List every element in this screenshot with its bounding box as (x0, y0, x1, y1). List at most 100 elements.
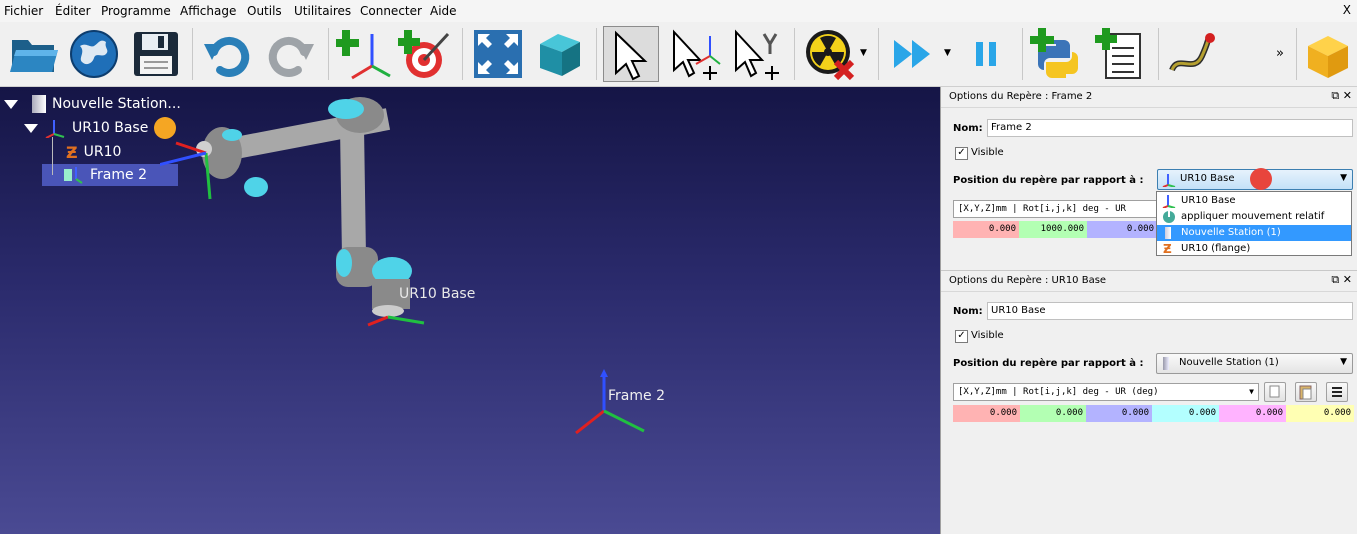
box-view-icon[interactable] (532, 26, 588, 82)
undo-icon[interactable] (200, 26, 256, 82)
value-rx[interactable]: 0.000 (1152, 405, 1219, 422)
frame-icon (1162, 195, 1176, 208)
robot-arm-model (160, 97, 425, 327)
robot-icon: Ƶ (1163, 242, 1172, 256)
visible-label: Visible (971, 330, 1004, 341)
menu-utilitaires[interactable]: Utilitaires (294, 4, 351, 18)
dropdown-item-label: UR10 (flange) (1181, 243, 1251, 254)
name-label: Nom: (953, 123, 983, 134)
frame-name-input[interactable]: Frame 2 (987, 119, 1353, 137)
tree-item-robot-base[interactable]: UR10 Base (24, 117, 177, 139)
globe-icon[interactable] (66, 26, 122, 82)
value-rz[interactable]: 0.000 (1286, 405, 1354, 422)
3d-viewport[interactable]: Nouvelle Station... UR10 Base Ƶ UR10 Fra… (0, 87, 940, 534)
robot-icon: Ƶ (66, 142, 78, 162)
close-window-button[interactable]: X (1343, 3, 1351, 17)
menu-aide[interactable]: Aide (430, 4, 457, 18)
tree-item-frame[interactable]: Frame 2 (42, 164, 178, 186)
value-x[interactable]: 0.000 (953, 405, 1020, 422)
copy-button[interactable] (1264, 382, 1286, 402)
name-label: Nom: (953, 306, 983, 317)
menu-bar: Fichier Éditer Programme Affichage Outil… (0, 0, 1357, 22)
expand-arrow-icon[interactable] (4, 99, 18, 109)
add-program-icon[interactable] (1094, 26, 1150, 82)
move-frame-icon[interactable] (666, 26, 722, 82)
save-icon[interactable] (128, 26, 184, 82)
cursor-highlight-icon (1250, 168, 1272, 190)
pose-format-value: [X,Y,Z]mm | Rot[i,j,k] deg - UR (deg) (958, 387, 1159, 397)
value-y[interactable]: 1000.000 (1019, 221, 1087, 238)
relative-move-icon (1163, 211, 1175, 223)
reference-dropdown-list: UR10 Base appliquer mouvement relatif No… (1156, 191, 1352, 256)
tree-item-station[interactable]: Nouvelle Station... (4, 93, 181, 115)
toolbar-overflow-button[interactable]: » (1276, 46, 1284, 61)
viewport-label-frame: Frame 2 (608, 388, 665, 404)
position-reference-label: Position du repère par rapport à : (953, 358, 1144, 369)
fit-all-icon[interactable] (470, 26, 526, 82)
viewport-label-robot-base: UR10 Base (399, 286, 476, 302)
run-program-icon[interactable] (884, 26, 940, 82)
panel-controls[interactable]: ⧉ ✕ (1331, 273, 1352, 287)
chevron-down-icon: ▼ (1340, 357, 1347, 367)
run-dropdown-arrow[interactable]: ▼ (944, 48, 951, 58)
path-icon[interactable] (1162, 26, 1218, 82)
toolbar: ▼ ▼ » (0, 22, 1357, 87)
menu-icon (1332, 387, 1342, 397)
panel-controls[interactable]: ⧉ ✕ (1331, 89, 1352, 103)
value-ry[interactable]: 0.000 (1219, 405, 1286, 422)
visible-label: Visible (971, 147, 1004, 158)
add-python-icon[interactable] (1030, 26, 1086, 82)
menu-connecter[interactable]: Connecter (360, 4, 422, 18)
paste-icon (1299, 385, 1312, 400)
menu-affichage[interactable]: Affichage (180, 4, 236, 18)
select-icon[interactable] (603, 26, 659, 82)
menu-button[interactable] (1326, 382, 1348, 402)
dropdown-item-station[interactable]: Nouvelle Station (1) (1157, 225, 1351, 241)
add-target-icon[interactable] (398, 26, 454, 82)
tree-item-robot[interactable]: Ƶ UR10 (66, 141, 121, 163)
reference-select-value: Nouvelle Station (1) (1179, 357, 1279, 368)
frame-icon (64, 167, 83, 184)
value-z[interactable]: 0.000 (1086, 405, 1152, 422)
menu-fichier[interactable]: Fichier (4, 4, 43, 18)
dropdown-item-relative-move[interactable]: appliquer mouvement relatif (1157, 209, 1351, 225)
redo-icon[interactable] (262, 26, 318, 82)
value-z[interactable]: 0.000 (1087, 221, 1157, 238)
paste-button[interactable] (1295, 382, 1317, 402)
frame-icon (45, 120, 65, 138)
value-y[interactable]: 0.000 (1020, 405, 1086, 422)
expand-arrow-icon[interactable] (24, 123, 38, 133)
open-folder-icon[interactable] (6, 26, 62, 82)
collision-icon[interactable] (802, 26, 858, 82)
dropdown-item-flange[interactable]: Ƶ UR10 (flange) (1157, 241, 1351, 257)
value-x[interactable]: 0.000 (953, 221, 1019, 238)
menu-outils[interactable]: Outils (247, 4, 282, 18)
visible-checkbox[interactable]: ✓ (955, 330, 968, 343)
base-name-input[interactable]: UR10 Base (987, 302, 1353, 320)
reference-select-base[interactable]: Nouvelle Station (1) ▼ (1156, 353, 1353, 374)
add-frame-icon[interactable] (336, 26, 392, 82)
copy-icon (1269, 385, 1280, 398)
tree-label-robot: UR10 (83, 144, 122, 160)
pose-format-select[interactable]: [X,Y,Z]mm | Rot[i,j,k] deg - UR (953, 200, 1157, 218)
panel-title-frame: Options du Repère : Frame 2 (949, 91, 1093, 102)
move-tool-icon[interactable] (728, 26, 784, 82)
panel-title-base: Options du Repère : UR10 Base (949, 275, 1107, 286)
chevron-down-icon: ▼ (1340, 173, 1347, 183)
tree-label-frame: Frame 2 (90, 167, 147, 183)
visible-checkbox[interactable]: ✓ (955, 147, 968, 160)
dropdown-item-label: Nouvelle Station (1) (1181, 227, 1281, 238)
station-icon (1163, 357, 1169, 370)
dropdown-item-label: appliquer mouvement relatif (1181, 211, 1325, 222)
package-icon[interactable] (1300, 26, 1356, 82)
menu-programme[interactable]: Programme (101, 4, 171, 18)
frame-icon (1162, 174, 1176, 187)
collision-dropdown-arrow[interactable]: ▼ (860, 48, 867, 58)
reference-select-value: UR10 Base (1180, 173, 1235, 184)
menu-editer[interactable]: Éditer (55, 4, 91, 18)
pause-icon[interactable] (958, 26, 1014, 82)
station-icon (32, 95, 46, 113)
position-reference-label: Position du repère par rapport à : (953, 175, 1144, 186)
pose-format-select[interactable]: [X,Y,Z]mm | Rot[i,j,k] deg - UR (deg) ▼ (953, 383, 1259, 401)
dropdown-item-robot-base[interactable]: UR10 Base (1157, 193, 1351, 209)
